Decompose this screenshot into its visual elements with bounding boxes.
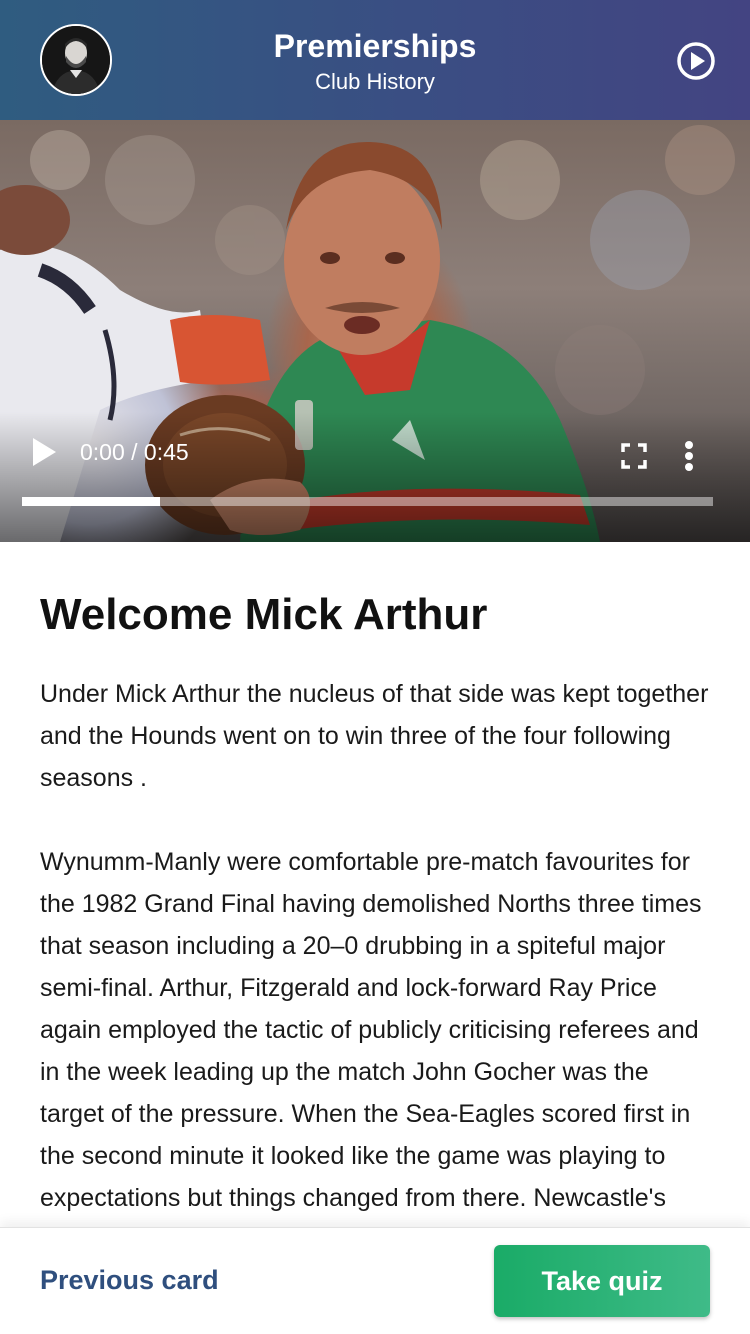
page-subtitle: Club History	[315, 69, 435, 94]
more-vertical-icon[interactable]	[676, 440, 702, 472]
app-screen: Premierships Club History 0:00 / 0:45 We…	[0, 0, 750, 1334]
take-quiz-button[interactable]: Take quiz	[494, 1245, 710, 1317]
article-paragraph: Under Mick Arthur the nucleus of that si…	[40, 680, 709, 792]
play-icon[interactable]	[30, 436, 58, 468]
video-progress-bar[interactable]	[22, 497, 713, 506]
article-content: Welcome Mick Arthur Under Mick Arthur th…	[40, 588, 712, 1261]
video-progress-fill	[22, 497, 161, 506]
top-header: Premierships Club History	[0, 0, 750, 120]
play-circle-icon[interactable]	[676, 41, 716, 81]
page-title: Premierships	[273, 28, 477, 64]
fullscreen-icon[interactable]	[620, 442, 648, 470]
bottom-action-bar: Previous card Take quiz	[0, 1227, 750, 1334]
previous-card-button[interactable]: Previous card	[40, 1262, 219, 1298]
video-player[interactable]: 0:00 / 0:45	[0, 120, 750, 542]
video-time: 0:00 / 0:45	[80, 439, 189, 465]
video-controls-shade	[0, 412, 750, 542]
article-paragraph: Wynumm-Manly were comfortable pre-match …	[40, 848, 702, 1254]
article-title: Welcome Mick Arthur	[40, 590, 488, 639]
